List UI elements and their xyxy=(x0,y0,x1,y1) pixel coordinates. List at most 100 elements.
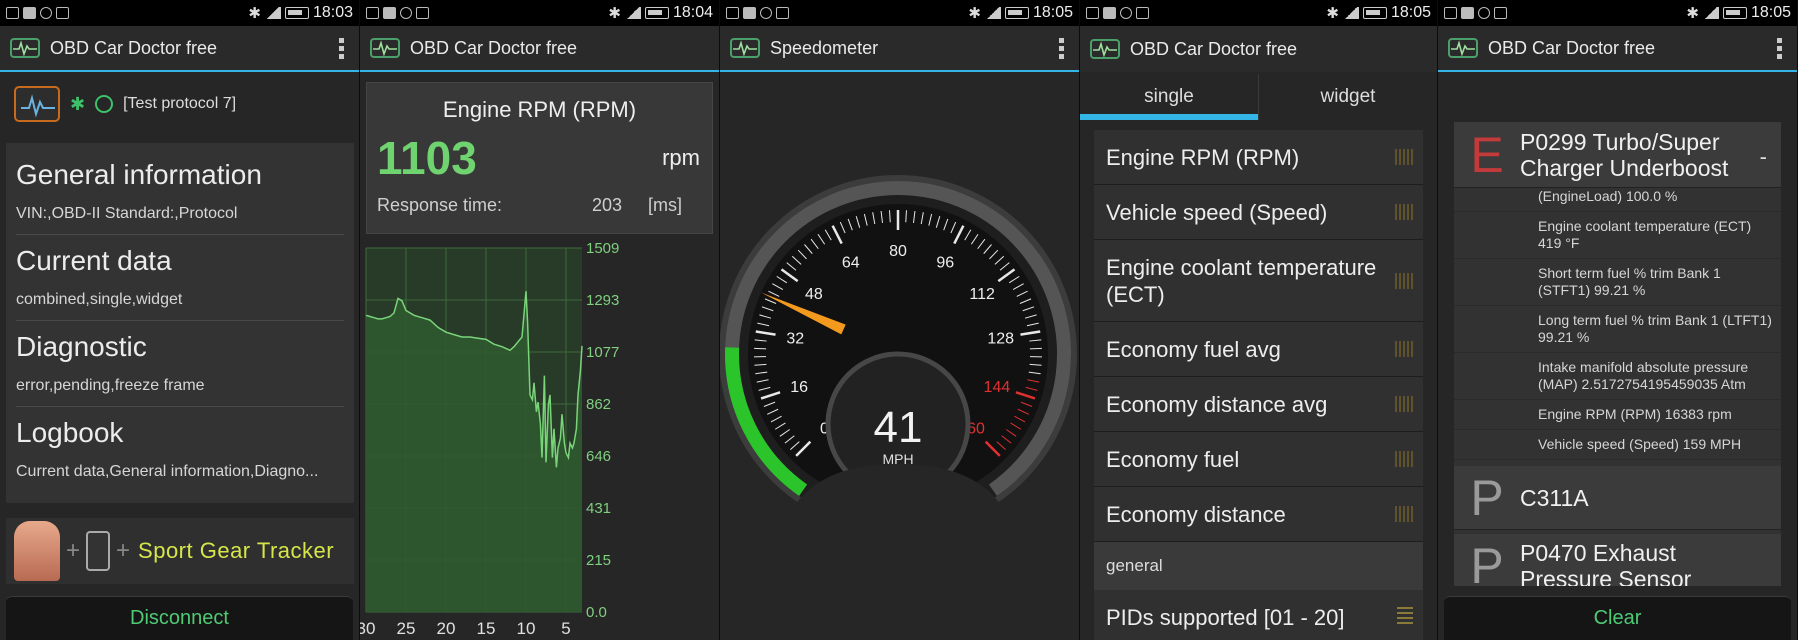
app-title: Speedometer xyxy=(770,37,879,58)
dtc-type-letter: P xyxy=(1470,469,1504,526)
freeze-frame-row: Short term fuel % trim Bank 1 (STFT1) 99… xyxy=(1454,259,1781,306)
panel-current-data: ✱ 18:05 OBD Car Doctor free single widge… xyxy=(1080,0,1438,640)
menu-item-sub: error,pending,freeze frame xyxy=(16,377,205,394)
freeze-frame-row: Engine RPM (RPM) 16383 rpm xyxy=(1454,400,1781,430)
banner-text: Sport Gear Tracker xyxy=(138,538,335,563)
menu-item-heading: Logbook xyxy=(16,417,124,448)
signal-icon xyxy=(1702,7,1719,19)
freeze-frame-row: Vehicle speed (Speed) 159 MPH xyxy=(1454,430,1781,460)
pid-label: Economy distance xyxy=(1106,501,1286,527)
battery-icon xyxy=(1722,7,1747,19)
chart-icon[interactable] xyxy=(1395,204,1413,220)
menu-item-diagnostic[interactable]: Diagnostic error,pending,freeze frame xyxy=(16,321,344,407)
usb-icon xyxy=(400,7,412,19)
list-item[interactable]: Economy distance xyxy=(1094,487,1423,542)
y-tick-label: 646 xyxy=(586,448,611,465)
speed-unit: MPH xyxy=(882,451,913,467)
chart-icon[interactable] xyxy=(1395,272,1413,289)
response-time-label: Response time: xyxy=(377,195,503,215)
clock: 18:05 xyxy=(1390,4,1431,21)
gauge-tick-label: 48 xyxy=(805,286,823,303)
mail-icon xyxy=(1461,7,1474,19)
notification-icon xyxy=(1444,7,1457,19)
pid-label: PIDs supported [01 - 20] xyxy=(1106,604,1345,630)
menu-item-general-information[interactable]: General information VIN:,OBD-II Standard… xyxy=(16,149,344,235)
app-logo-icon xyxy=(10,38,40,58)
app-title: OBD Car Doctor free xyxy=(1488,37,1656,58)
collapse-icon[interactable]: - xyxy=(1760,144,1767,170)
chart-icon[interactable] xyxy=(1395,396,1413,412)
pid-label: Economy distance avg xyxy=(1106,391,1328,417)
gauge-tick-label: 128 xyxy=(987,331,1014,348)
menu-item-sub: VIN:,OBD-II Standard:,Protocol xyxy=(16,205,238,222)
overflow-menu-icon[interactable] xyxy=(1777,37,1783,59)
clear-button[interactable]: Clear xyxy=(1444,596,1791,640)
overflow-menu-icon[interactable] xyxy=(339,37,345,59)
response-time-unit: [ms] xyxy=(648,195,682,215)
usb-icon xyxy=(760,7,772,19)
dtc-type-letter: E xyxy=(1470,126,1504,183)
chart-icon[interactable] xyxy=(1395,341,1413,357)
chart-icon[interactable] xyxy=(1395,149,1413,165)
menu-item-logbook[interactable]: Logbook Current data,General information… xyxy=(16,407,344,493)
app-title: OBD Car Doctor free xyxy=(1130,38,1298,59)
dtc-item[interactable]: E P0299 Turbo/Super Charger Underboost - xyxy=(1454,122,1781,188)
clock: 18:05 xyxy=(1032,4,1073,21)
gauge-tick xyxy=(889,210,891,223)
battery-icon xyxy=(644,7,669,19)
list-icon[interactable] xyxy=(1397,607,1413,627)
rpm-readout-card[interactable]: Engine RPM (RPM) 1103 rpm Response time:… xyxy=(366,82,713,234)
x-tick-label: 10 xyxy=(517,619,536,638)
freeze-frame-row: Engine coolant temperature (ECT) 419 °F xyxy=(1454,212,1781,259)
dtc-name: P0470 Exhaust Pressure Sensor xyxy=(1520,539,1692,587)
plus-icon: + xyxy=(66,537,81,564)
app-logo-icon xyxy=(1448,38,1478,58)
y-tick-label: 1077 xyxy=(586,344,619,361)
pid-list: Engine RPM (RPM) Vehicle speed (Speed) E… xyxy=(1094,130,1423,640)
freeze-frame-row: Long term fuel % trim Bank 1 (LTFT1) 99.… xyxy=(1454,306,1781,353)
action-bar: OBD Car Doctor free xyxy=(1080,26,1437,72)
rpm-history-chart: 1509 1293 1077 862 646 431 215 0.0 30 25 20 15 10 5 xyxy=(360,240,619,638)
ad-banner[interactable]: + + Sport Gear Tracker xyxy=(6,518,354,584)
gauge-tick-label: 16 xyxy=(790,379,808,396)
dtc-item[interactable]: P C311A xyxy=(1454,466,1781,530)
menu-item-current-data[interactable]: Current data combined,single,widget xyxy=(16,235,344,321)
x-tick-label: 15 xyxy=(477,619,496,638)
x-tick-label: 25 xyxy=(397,619,416,638)
clock: 18:05 xyxy=(1750,4,1791,21)
mail-icon xyxy=(1103,7,1116,19)
list-item[interactable]: Engine coolant temperature (ECT) xyxy=(1094,240,1423,322)
list-item[interactable]: Economy distance avg xyxy=(1094,377,1423,432)
list-item[interactable]: Economy fuel xyxy=(1094,432,1423,487)
pid-label: Vehicle speed (Speed) xyxy=(1106,199,1328,225)
list-item[interactable]: Vehicle speed (Speed) xyxy=(1094,185,1423,240)
status-bar: ✱ 18:05 xyxy=(1080,0,1437,26)
pid-title: Engine RPM (RPM) xyxy=(442,97,637,122)
rpm-unit: rpm xyxy=(662,145,700,170)
list-item[interactable]: Economy fuel avg xyxy=(1094,322,1423,377)
tab-single[interactable]: single xyxy=(1080,74,1258,120)
app-logo-icon xyxy=(370,38,400,58)
overflow-menu-icon[interactable] xyxy=(1059,37,1065,59)
y-tick-label: 1509 xyxy=(586,240,619,257)
menu-item-heading: General information xyxy=(16,159,262,190)
pid-label: Engine RPM (RPM) xyxy=(1106,144,1300,170)
chart-icon[interactable] xyxy=(1395,506,1413,522)
dtc-item[interactable]: P P0470 Exhaust Pressure Sensor xyxy=(1454,534,1781,586)
battery-icon xyxy=(1362,7,1387,19)
pid-label: Economy fuel avg xyxy=(1106,336,1281,362)
clock: 18:03 xyxy=(312,4,353,21)
list-item[interactable]: Engine RPM (RPM) xyxy=(1094,130,1423,185)
gauge-tick-label: 96 xyxy=(936,254,954,271)
tab-widget[interactable]: widget xyxy=(1258,74,1437,120)
obd-adapter-icon[interactable] xyxy=(14,86,60,122)
code-icon xyxy=(56,7,69,19)
rpm-value: 1103 xyxy=(377,132,477,184)
list-item[interactable]: PIDs supported [01 - 20] xyxy=(1094,590,1423,640)
action-bar: OBD Car Doctor free xyxy=(0,26,359,72)
chart-icon[interactable] xyxy=(1395,451,1413,467)
y-tick-label: 1293 xyxy=(586,292,619,309)
disconnect-button[interactable]: Disconnect xyxy=(6,596,353,640)
signal-icon xyxy=(264,7,281,19)
dtc-list: E P0299 Turbo/Super Charger Underboost -… xyxy=(1454,122,1781,586)
